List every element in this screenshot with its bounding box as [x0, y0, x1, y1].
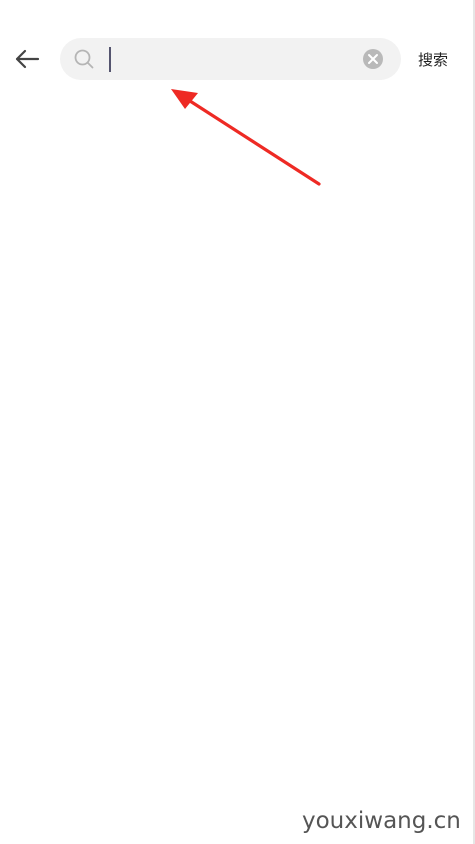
watermark-text: youxiwang.cn [302, 808, 461, 834]
search-submit-button[interactable]: 搜索 [418, 47, 462, 73]
arrow-left-icon [15, 49, 40, 69]
back-button[interactable] [8, 40, 46, 78]
search-icon [74, 49, 94, 69]
search-screen: 搜索 youxiwang.cn [0, 0, 475, 844]
clear-circle-icon[interactable] [362, 48, 384, 70]
annotation-arrow-icon [171, 89, 321, 186]
search-box[interactable] [60, 38, 401, 80]
search-header: 搜索 [0, 0, 475, 118]
text-cursor [109, 47, 111, 72]
search-input[interactable] [104, 44, 344, 74]
